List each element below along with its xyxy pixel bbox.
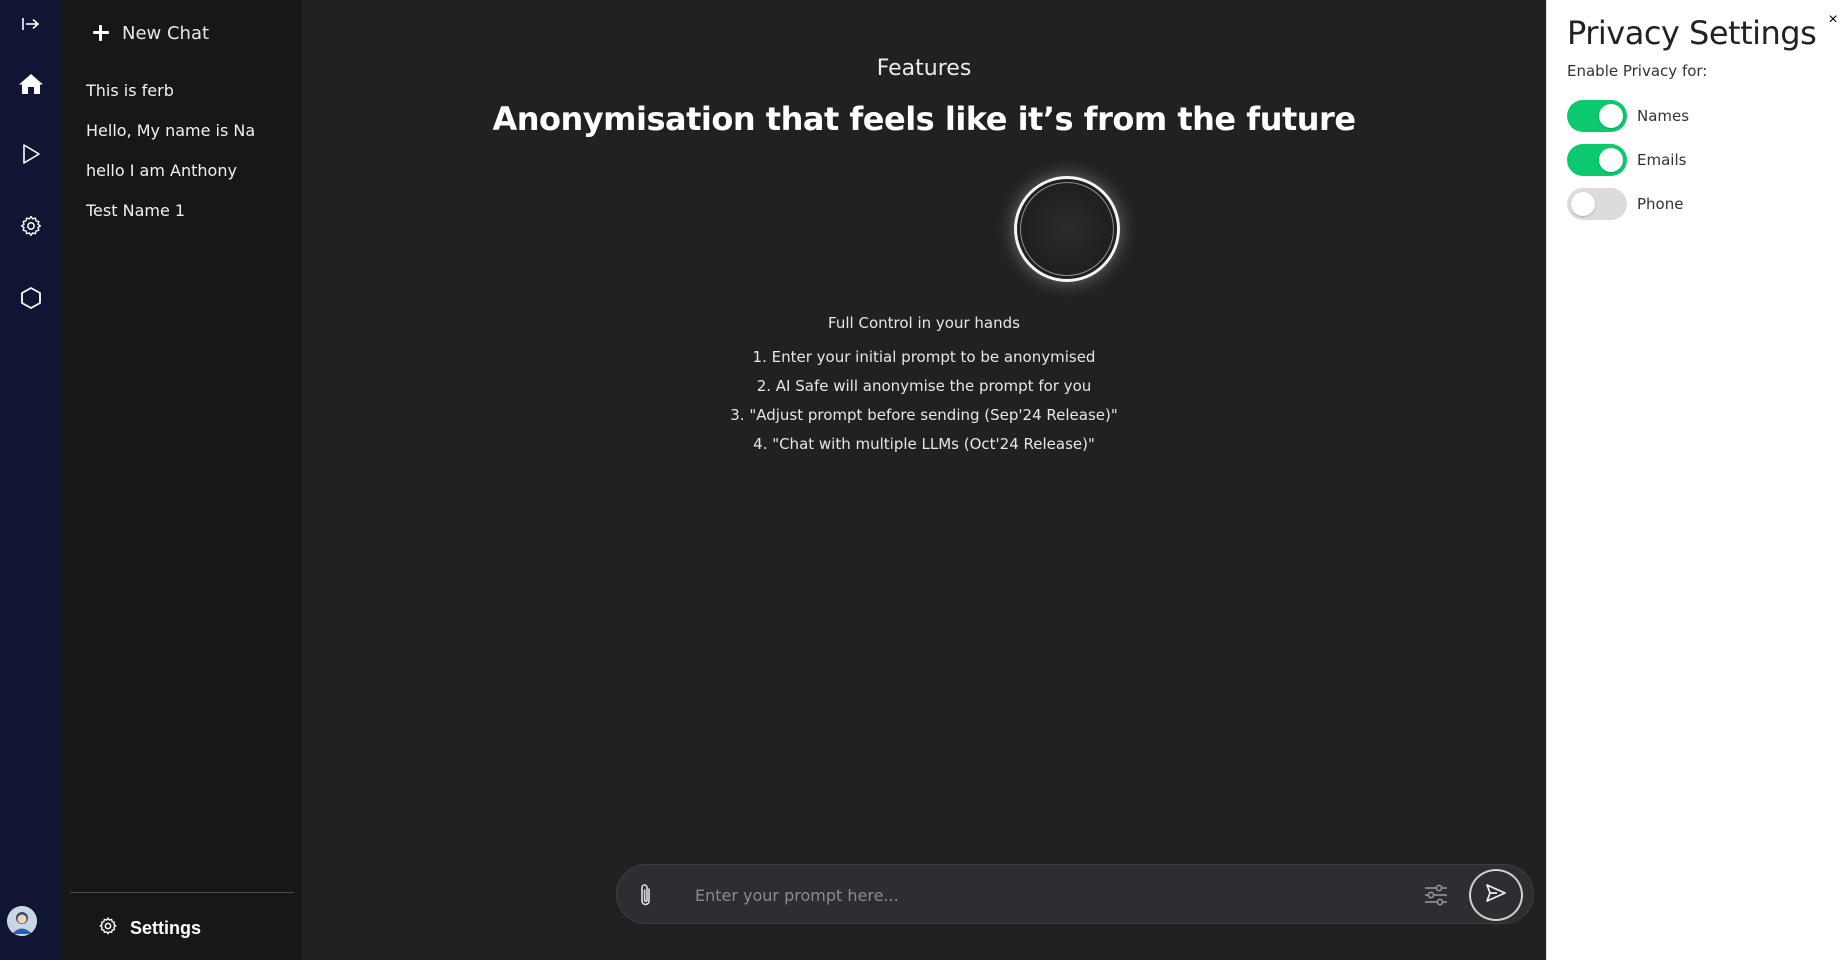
sidebar-divider xyxy=(70,892,294,893)
step-item: 4. "Chat with multiple LLMs (Oct'24 Rele… xyxy=(753,435,1095,453)
chat-sidebar: New Chat This is ferb Hello, My name is … xyxy=(62,0,302,960)
toggle-row-names: Names xyxy=(1567,100,1689,132)
chat-history-item[interactable]: This is ferb xyxy=(86,76,296,116)
home-icon[interactable] xyxy=(0,64,62,104)
main-content: Features Anonymisation that feels like i… xyxy=(302,0,1546,960)
step-item: 3. "Adjust prompt before sending (Sep'24… xyxy=(730,406,1118,424)
chat-history-item[interactable]: Test Name 1 xyxy=(86,196,296,236)
play-icon[interactable] xyxy=(0,134,62,174)
features-label: Features xyxy=(876,56,972,81)
panel-subtitle: Enable Privacy for: xyxy=(1567,62,1708,80)
app-window: New Chat This is ferb Hello, My name is … xyxy=(0,0,1846,960)
toggle-row-phone: Phone xyxy=(1567,188,1683,220)
toggle-label: Emails xyxy=(1637,151,1687,169)
names-toggle[interactable] xyxy=(1567,100,1627,132)
steps-intro: Full Control in your hands xyxy=(828,314,1020,332)
brand-orb-logo xyxy=(1014,176,1120,282)
toggle-label: Names xyxy=(1637,107,1690,125)
chat-history-item[interactable]: hello I am Anthony xyxy=(86,156,296,196)
new-chat-button[interactable]: New Chat xyxy=(92,18,209,48)
expand-icon[interactable] xyxy=(0,10,62,38)
avatar[interactable] xyxy=(7,906,37,936)
toggle-knob xyxy=(1599,104,1623,128)
panel-title: Privacy Settings xyxy=(1567,14,1817,52)
toggle-row-emails: Emails xyxy=(1567,144,1686,176)
settings-gear-icon xyxy=(98,916,118,941)
toggle-knob xyxy=(1571,192,1595,216)
close-icon[interactable]: × xyxy=(1825,12,1841,28)
phone-toggle[interactable] xyxy=(1567,188,1627,220)
send-icon xyxy=(1485,883,1507,908)
prompt-input[interactable] xyxy=(695,880,1375,910)
toggle-label: Phone xyxy=(1637,195,1684,213)
feature-steps: Full Control in your hands 1. Enter your… xyxy=(302,312,1546,459)
chat-history-item[interactable]: Hello, My name is Na xyxy=(86,116,296,156)
toggle-knob xyxy=(1599,148,1623,172)
icon-rail xyxy=(0,0,62,960)
plus-icon xyxy=(92,24,110,42)
sliders-icon[interactable] xyxy=(1421,880,1451,910)
settings-label: Settings xyxy=(130,918,202,938)
emails-toggle[interactable] xyxy=(1567,144,1627,176)
page-headline: Anonymisation that feels like it’s from … xyxy=(492,100,1356,138)
prompt-bar xyxy=(616,864,1534,924)
gear-icon[interactable] xyxy=(0,206,62,246)
step-item: 2. AI Safe will anonymise the prompt for… xyxy=(756,377,1092,395)
step-item: 1. Enter your initial prompt to be anony… xyxy=(752,348,1096,366)
settings-button[interactable]: Settings xyxy=(98,916,201,941)
send-button[interactable] xyxy=(1469,869,1523,921)
new-chat-label: New Chat xyxy=(122,22,210,44)
hexagon-icon[interactable] xyxy=(0,278,62,318)
privacy-settings-panel: × Privacy Settings Enable Privacy for: N… xyxy=(1546,0,1846,960)
chat-history-list: This is ferb Hello, My name is Na hello … xyxy=(86,76,296,236)
paperclip-icon[interactable] xyxy=(631,880,661,910)
